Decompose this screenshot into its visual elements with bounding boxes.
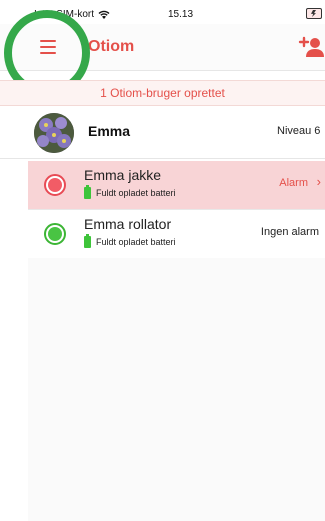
battery-charging-icon [306,8,322,19]
empty-list-area [28,258,325,521]
avatar [34,113,74,153]
banner-text: 1 Otiom-bruger oprettet [100,86,225,100]
ok-status-icon [44,223,66,245]
nav-bar: Otiom [0,24,325,71]
battery-full-icon [84,185,91,199]
add-user-icon[interactable] [298,36,324,58]
app-title: Otiom [88,38,135,55]
chevron-right-icon: › [316,174,321,189]
battery-status: Fuldt opladet batteri [84,185,176,199]
avatar-flowers-image [34,113,74,153]
user-level: Niveau 6 [277,125,321,137]
alarm-status-icon [44,174,66,196]
battery-label: Fuldt opladet batteri [96,188,176,198]
battery-full-icon [84,234,91,248]
carrier-label: Intet SIM-kort [34,9,95,20]
battery-label: Fuldt opladet batteri [96,237,176,247]
user-name: Emma [88,123,131,139]
status-bar: Intet SIM-kort 15.13 [0,0,325,24]
no-alarm-status-label: Ingen alarm [260,226,319,238]
carrier-info: Intet SIM-kort [34,9,110,20]
user-row[interactable]: Emma Niveau 6 [0,108,325,159]
device-name: Emma jakke [84,167,162,183]
device-row-jakke[interactable]: Emma jakke Fuldt opladet batteri Alarm › [28,161,325,210]
device-name: Emma rollator [84,216,172,232]
device-row-rollator[interactable]: Emma rollator Fuldt opladet batteri Inge… [28,210,325,259]
wifi-icon [98,10,110,19]
battery-status: Fuldt opladet batteri [84,234,176,248]
hamburger-menu-icon[interactable] [40,40,56,54]
users-created-banner: 1 Otiom-bruger oprettet [0,80,325,106]
clock: 15.13 [168,9,194,20]
alarm-status-label: Alarm [279,177,308,189]
